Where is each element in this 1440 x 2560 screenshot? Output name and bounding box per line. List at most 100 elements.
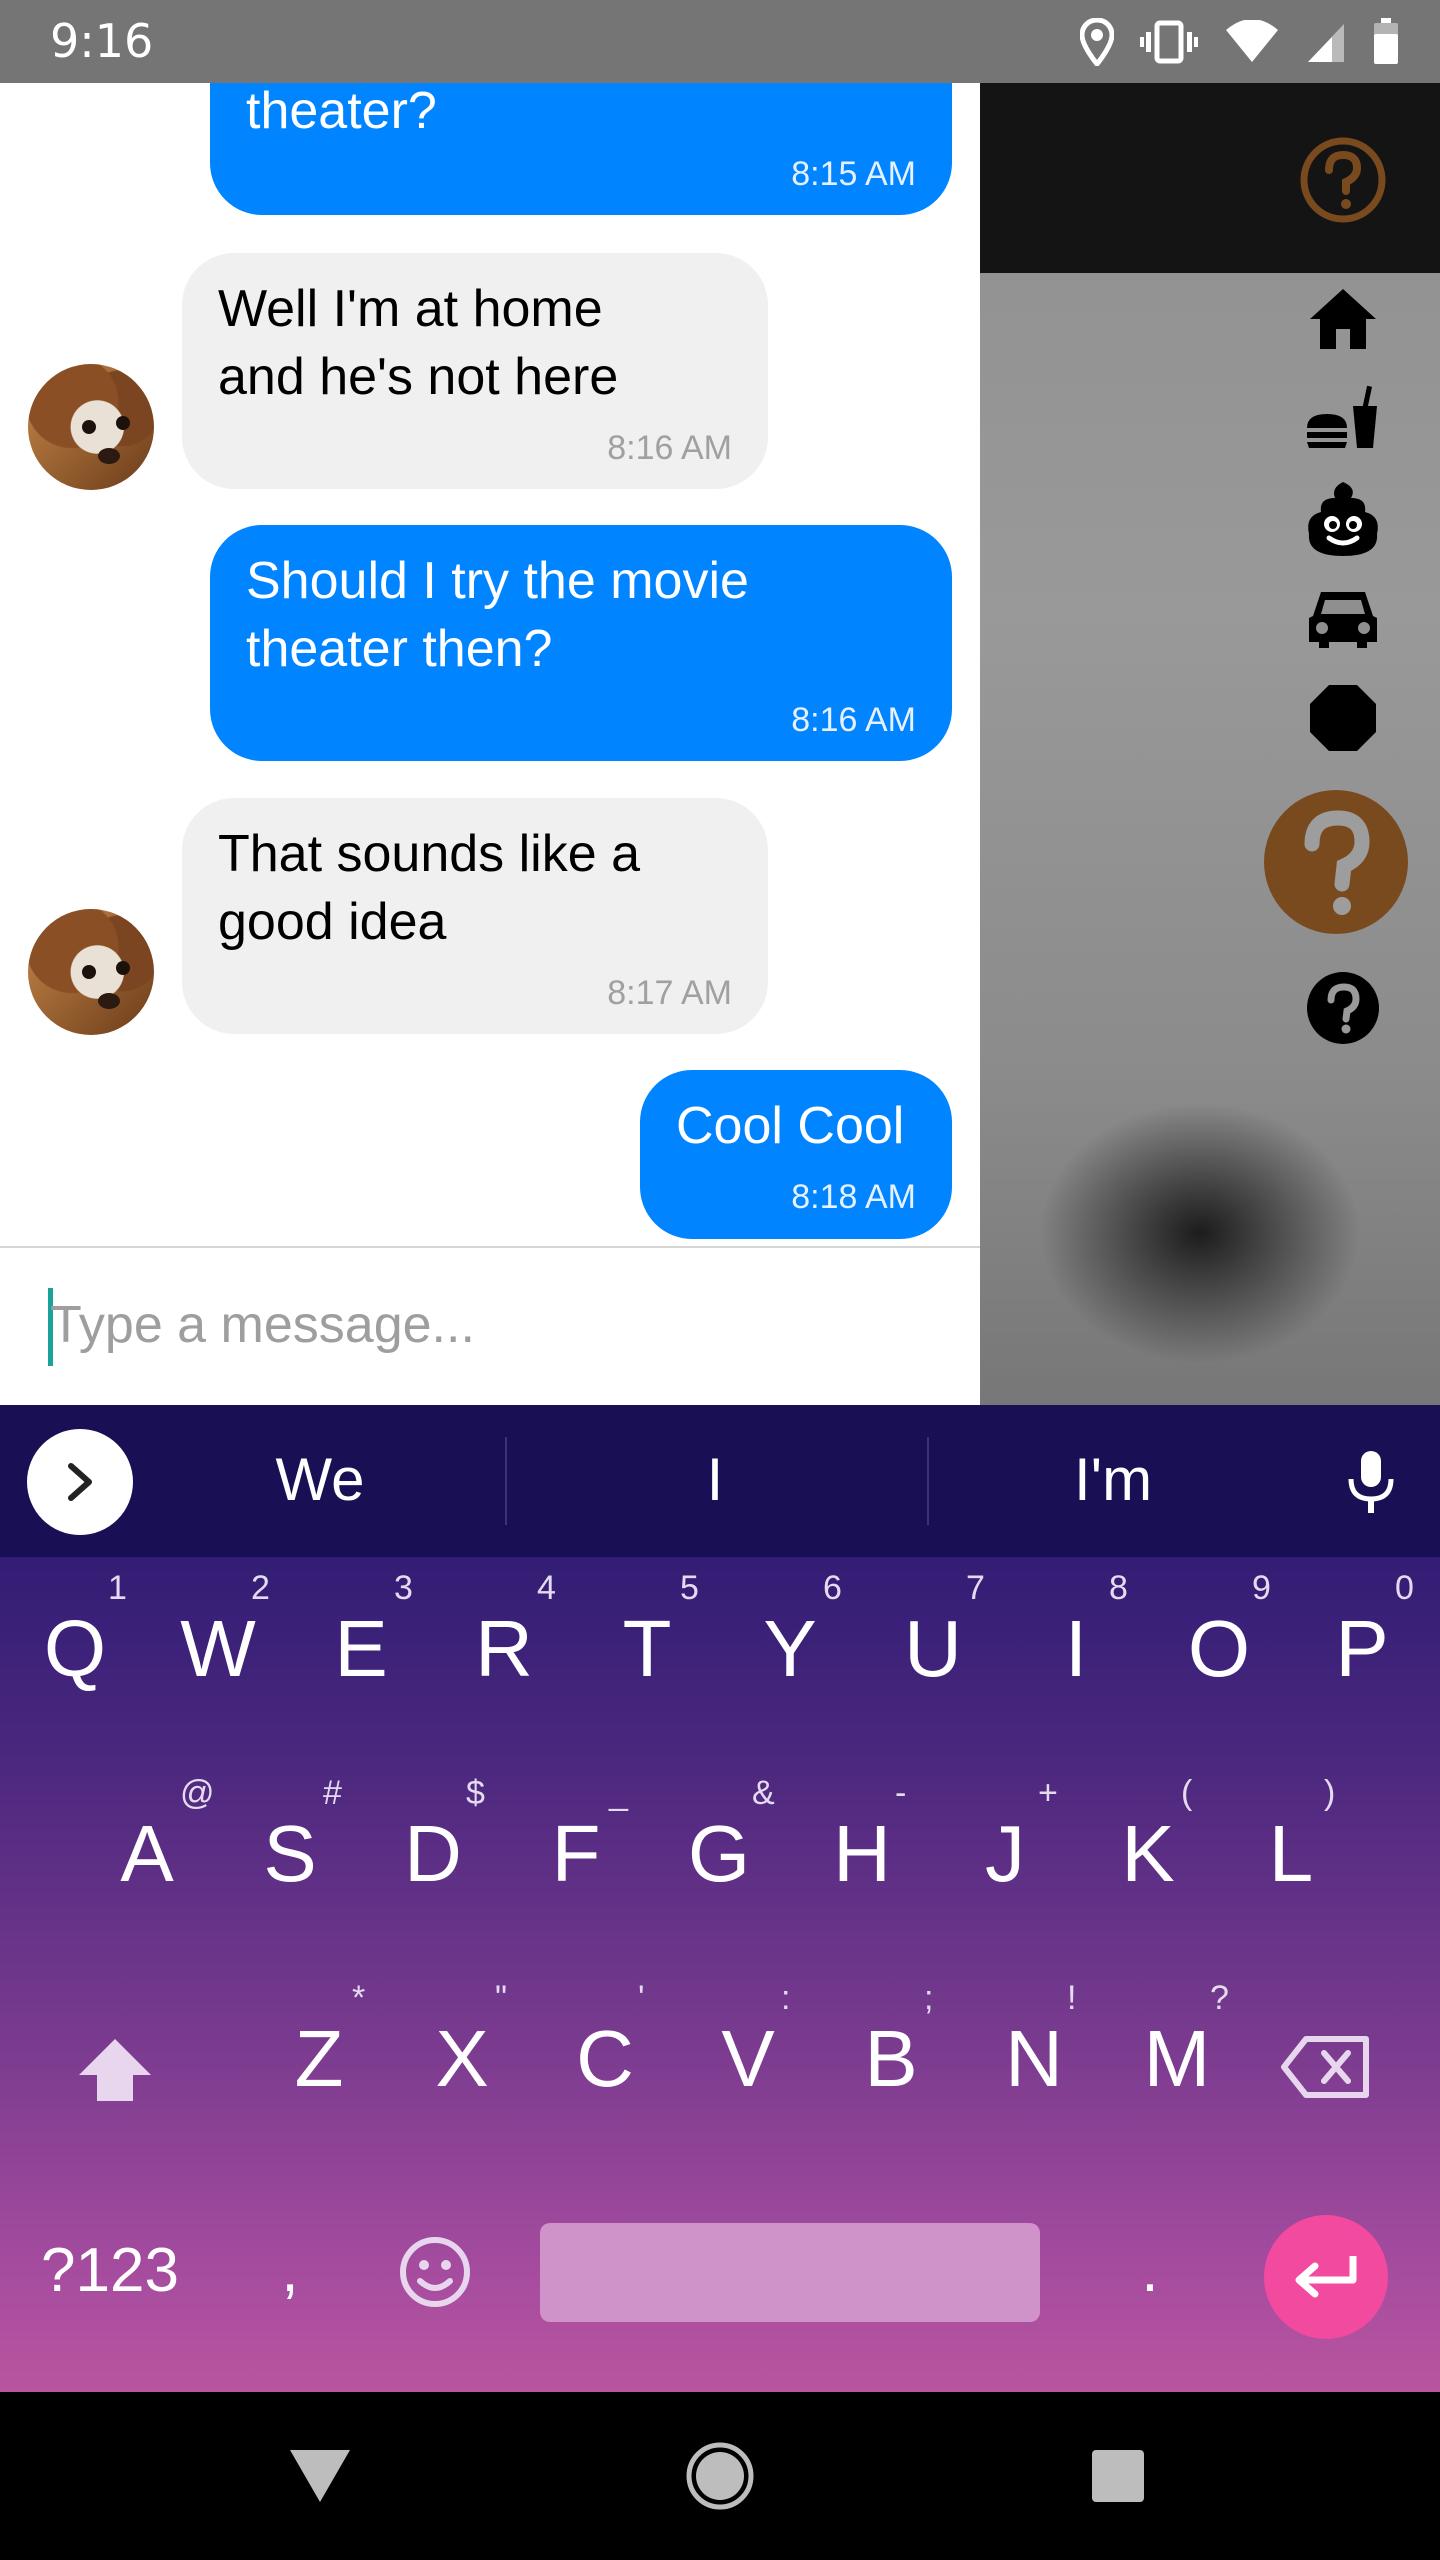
suggestion-strip: We I I'm [0, 1405, 1440, 1557]
food-icon[interactable] [1298, 379, 1388, 455]
message-time: 8:17 AM [607, 974, 732, 1012]
status-icons [1080, 18, 1400, 66]
key-letter: G [687, 1809, 751, 1898]
suggestion-3[interactable]: I'm [1013, 1445, 1213, 1514]
key-letter: Z [294, 2014, 344, 2103]
message-time: 8:16 AM [607, 429, 732, 467]
key-j[interactable]: J + [934, 1774, 1076, 1930]
message-time: 8:16 AM [791, 701, 916, 739]
key-q[interactable]: Q1 [4, 1569, 146, 1725]
key-hint: ' [638, 1979, 645, 2017]
back-button[interactable] [270, 2392, 370, 2560]
key-a[interactable]: A @ [76, 1774, 218, 1930]
message-time: 8:18 AM [791, 1178, 916, 1216]
help-circle-icon[interactable] [1298, 963, 1388, 1053]
help-circle-large-icon[interactable] [1262, 788, 1410, 936]
key-v[interactable]: V: [677, 1979, 819, 2135]
key-y[interactable]: Y6 [719, 1569, 861, 1725]
key-t[interactable]: T5 [576, 1569, 718, 1725]
poop-icon[interactable] [1298, 477, 1388, 561]
key-letter: W [180, 1604, 256, 1693]
key-z[interactable]: Z * [248, 1979, 390, 2135]
period-key[interactable]: . [1110, 2235, 1190, 2315]
recents-button[interactable] [1068, 2392, 1168, 2560]
key-i[interactable]: I8 [1005, 1569, 1147, 1725]
key-hint: 2 [251, 1569, 270, 1607]
key-letter: Q [43, 1604, 107, 1693]
chevron-right-icon [68, 1463, 92, 1501]
microphone-icon[interactable] [1346, 1449, 1396, 1520]
key-hint: 0 [1395, 1569, 1414, 1607]
key-h[interactable]: H- [791, 1774, 933, 1930]
message-bubble-outgoing: Should I try the movie theater then? 8:1… [210, 525, 952, 761]
key-p[interactable]: P0 [1291, 1569, 1433, 1725]
key-u[interactable]: U7 [862, 1569, 1004, 1725]
home-button[interactable] [670, 2392, 770, 2560]
space-key[interactable] [540, 2223, 1040, 2322]
key-letter: S [263, 1809, 317, 1898]
key-letter: R [475, 1604, 533, 1693]
key-letter: L [1268, 1809, 1314, 1898]
shift-icon [79, 2039, 151, 2101]
key-hint: ( [1181, 1774, 1193, 1812]
message-text: theater? [246, 83, 437, 140]
message-composer [0, 1246, 980, 1405]
signal-icon [1308, 24, 1344, 62]
key-hint: ? [1210, 1979, 1229, 2017]
key-e[interactable]: E3 [290, 1569, 432, 1725]
key-hint: $ [466, 1774, 485, 1812]
key-g[interactable]: G & [648, 1774, 790, 1930]
backspace-key[interactable] [1278, 2035, 1374, 2125]
key-letter: C [576, 2014, 634, 2103]
key-s[interactable]: S # [219, 1774, 361, 1930]
key-hint: @ [180, 1774, 215, 1812]
key-f[interactable]: F _ [505, 1774, 647, 1930]
key-hint: 4 [537, 1569, 556, 1607]
key-b[interactable]: B; [820, 1979, 962, 2135]
comma-key[interactable]: , [250, 2235, 330, 2315]
key-letter: A [120, 1809, 174, 1898]
chat-thread[interactable]: theater? 8:15 AM Well I'm at home and he… [0, 83, 980, 1246]
key-letter: T [622, 1604, 672, 1693]
key-hint: - [895, 1774, 907, 1812]
message-bubble-outgoing: theater? 8:15 AM [210, 83, 952, 215]
key-letter: I [1064, 1604, 1088, 1693]
key-w[interactable]: W2 [147, 1569, 289, 1725]
message-time: 8:15 AM [791, 155, 916, 193]
key-k[interactable]: K( [1077, 1774, 1219, 1930]
key-n[interactable]: N! [963, 1979, 1105, 2135]
stop-octagon-icon[interactable] [1298, 677, 1388, 759]
backspace-icon [1281, 2036, 1369, 2098]
emoji-key[interactable] [390, 2235, 480, 2325]
home-icon[interactable] [1305, 281, 1381, 357]
side-drawer [980, 83, 1440, 1405]
message-input[interactable] [50, 1280, 930, 1370]
key-c[interactable]: C ' [534, 1979, 676, 2135]
key-x[interactable]: X " [391, 1979, 533, 2135]
key-letter: U [904, 1604, 962, 1693]
key-letter: O [1187, 1604, 1251, 1693]
key-l[interactable]: L) [1220, 1774, 1362, 1930]
key-r[interactable]: R4 [433, 1569, 575, 1725]
key-hint: + [1038, 1774, 1058, 1812]
key-hint: 5 [680, 1569, 699, 1607]
expand-toolbar-button[interactable] [27, 1429, 133, 1535]
key-hint: # [323, 1774, 342, 1812]
shift-key[interactable] [70, 2035, 160, 2125]
key-letter: N [1005, 2014, 1063, 2103]
suggestion-2[interactable]: I [615, 1445, 815, 1514]
enter-key[interactable] [1264, 2215, 1388, 2339]
key-o[interactable]: O9 [1148, 1569, 1290, 1725]
status-bar: 9:16 [0, 0, 1440, 83]
key-d[interactable]: D $ [362, 1774, 504, 1930]
message-bubble-incoming: Well I'm at home and he's not here 8:16 … [182, 253, 768, 489]
key-m[interactable]: M? [1106, 1979, 1248, 2135]
help-circle-outline-icon[interactable] [1298, 135, 1388, 225]
car-icon[interactable] [1298, 581, 1388, 657]
suggestion-divider [505, 1437, 507, 1525]
key-hint: ) [1324, 1774, 1336, 1812]
symbols-key[interactable]: ?123 [30, 2235, 190, 2315]
key-letter: X [435, 2014, 489, 2103]
battery-icon [1374, 18, 1398, 64]
suggestion-1[interactable]: We [220, 1445, 420, 1514]
